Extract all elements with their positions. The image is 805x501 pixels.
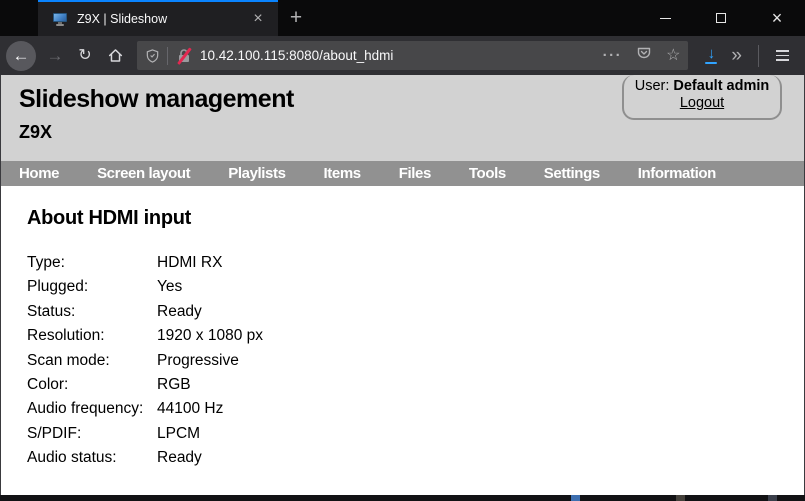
info-row-resolution: Resolution: 1920 x 1080 px	[27, 324, 804, 348]
navigation-toolbar: ← → ↻ 10.42.100.115:8080/about_hdmi ···	[0, 36, 805, 75]
nav-item-home[interactable]: Home	[19, 165, 59, 182]
home-button[interactable]	[100, 41, 130, 71]
download-arrow-icon: ↓	[707, 44, 716, 62]
overflow-chevron-icon[interactable]: »	[731, 46, 742, 65]
row-value: RGB	[157, 376, 191, 394]
pocket-icon[interactable]	[636, 45, 652, 66]
user-box: User: Default admin Logout	[622, 75, 782, 120]
window-controls: ×	[637, 0, 805, 36]
info-row-audio-frequency: Audio frequency: 44100 Hz	[27, 397, 804, 421]
tracking-shield-icon[interactable]	[145, 48, 160, 64]
monitor-icon	[52, 12, 68, 27]
info-row-type: Type: HDMI RX	[27, 251, 804, 275]
section-heading: About HDMI input	[27, 207, 192, 229]
row-label: Color:	[27, 376, 69, 394]
url-bar[interactable]: 10.42.100.115:8080/about_hdmi ··· ☆	[137, 41, 689, 70]
row-value: Ready	[157, 449, 202, 467]
back-button[interactable]: ←	[6, 40, 36, 71]
browser-window: Z9X | Slideshow × + × ← → ↻ 10.42.100.11…	[0, 0, 805, 501]
row-value: 44100 Hz	[157, 400, 224, 418]
back-arrow-icon: ←	[12, 46, 30, 65]
nav-item-playlists[interactable]: Playlists	[228, 165, 286, 182]
info-row-audio-status: Audio status: Ready	[27, 446, 804, 470]
maximize-icon	[716, 13, 726, 23]
taskbar-sliver	[0, 495, 805, 501]
nav-item-information[interactable]: Information	[638, 165, 716, 182]
row-label: S/PDIF:	[27, 424, 82, 442]
info-row-plugged: Plugged: Yes	[27, 275, 804, 299]
nav-item-settings[interactable]: Settings	[544, 165, 600, 182]
nav-item-items[interactable]: Items	[324, 165, 362, 182]
home-icon	[107, 47, 124, 64]
forward-button[interactable]: →	[40, 41, 70, 71]
tab-title: Z9X | Slideshow	[77, 12, 168, 26]
user-label: User:	[634, 78, 674, 94]
nav-item-files[interactable]: Files	[399, 165, 432, 182]
device-name: Z9X	[19, 122, 53, 142]
tab-bar: Z9X | Slideshow × + ×	[0, 0, 805, 36]
new-tab-button[interactable]: +	[278, 0, 314, 36]
row-value: HDMI RX	[157, 254, 223, 271]
nav-item-tools[interactable]: Tools	[469, 165, 506, 182]
info-row-spdif: S/PDIF: LPCM	[27, 422, 804, 446]
url-text[interactable]: 10.42.100.115:8080/about_hdmi	[200, 48, 595, 63]
page-actions-icon[interactable]: ···	[603, 48, 623, 63]
reload-button[interactable]: ↻	[70, 41, 100, 71]
nav-item-screen-layout[interactable]: Screen layout	[97, 165, 191, 182]
row-label: Audio status:	[27, 449, 117, 467]
toolbar-separator	[758, 44, 759, 67]
row-value: Yes	[157, 278, 183, 296]
tab-close-icon[interactable]: ×	[248, 11, 268, 27]
row-label: Scan mode:	[27, 351, 110, 369]
row-label: Type:	[27, 254, 65, 271]
hamburger-menu-icon[interactable]	[767, 50, 797, 61]
forward-arrow-icon: →	[46, 46, 64, 65]
maximize-button[interactable]	[693, 0, 749, 36]
info-row-color: Color: RGB	[27, 373, 804, 397]
minimize-button[interactable]	[637, 0, 693, 36]
close-button[interactable]: ×	[749, 0, 805, 36]
row-value: Progressive	[157, 351, 239, 369]
minimize-icon	[659, 17, 671, 19]
row-value: 1920 x 1080 px	[157, 327, 264, 345]
insecure-lock-icon[interactable]	[176, 46, 192, 65]
web-page: Slideshow management Z9X User: Default a…	[0, 75, 805, 495]
info-row-status: Status: Ready	[27, 300, 804, 324]
logout-link[interactable]: Logout	[680, 95, 724, 111]
page-header: Slideshow management Z9X User: Default a…	[1, 75, 804, 161]
urlbar-separator	[167, 46, 168, 65]
row-label: Plugged:	[27, 278, 89, 296]
user-name: Default admin	[673, 78, 770, 94]
downloads-button[interactable]: ↓	[705, 44, 718, 64]
row-label: Audio frequency:	[27, 400, 144, 418]
row-label: Status:	[27, 302, 76, 320]
row-value: Ready	[157, 302, 202, 320]
main-nav: Home Screen layout Playlists Items Files…	[1, 161, 804, 186]
info-row-scan-mode: Scan mode: Progressive	[27, 349, 804, 373]
browser-tab[interactable]: Z9X | Slideshow ×	[38, 0, 278, 36]
row-label: Resolution:	[27, 327, 105, 345]
main-content: About HDMI input Type: HDMI RX Plugged: …	[1, 186, 804, 495]
reload-icon: ↻	[78, 46, 92, 64]
row-value: LPCM	[157, 424, 201, 442]
bookmark-star-icon[interactable]: ☆	[666, 47, 680, 64]
close-icon: ×	[771, 8, 783, 28]
